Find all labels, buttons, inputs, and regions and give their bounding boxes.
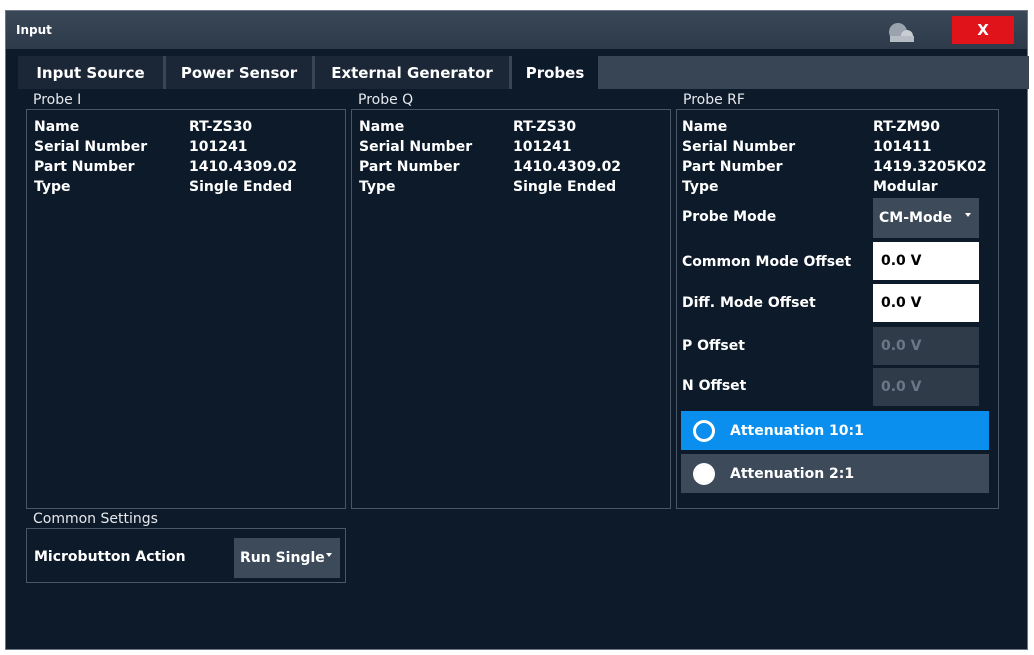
probe-i-part-label: Part Number (34, 159, 135, 175)
probe-mode-label: Probe Mode (682, 209, 777, 225)
probe-q-group-label: Probe Q (358, 92, 414, 108)
diff-mode-offset-label: Diff. Mode Offset (682, 295, 816, 311)
probe-rf-type-label: Type (682, 179, 719, 195)
probe-i-type-label: Type (34, 179, 71, 195)
attenuation-2-1-radio[interactable]: Attenuation 2:1 (681, 454, 989, 493)
bottom-strip (6, 639, 1027, 649)
probe-q-part-label: Part Number (359, 159, 460, 175)
probe-rf-name-label: Name (682, 119, 728, 135)
probe-q-type-value: Single Ended (513, 179, 617, 195)
p-offset-input: 0.0 V (873, 327, 979, 365)
probe-mode-dropdown[interactable]: CM-Mode (873, 198, 979, 238)
close-button[interactable]: X (952, 16, 1014, 44)
attenuation-10-1-label: Attenuation 10:1 (730, 422, 864, 439)
tab-input-source[interactable]: Input Source (18, 56, 163, 89)
probe-rf-serial-value: 101411 (873, 139, 932, 155)
probe-mode-value: CM-Mode (879, 210, 953, 226)
chevron-down-icon (965, 213, 971, 217)
radio-unselected-icon (693, 462, 715, 485)
probe-i-name-value: RT-ZS30 (189, 119, 253, 135)
tab-probes[interactable]: Probes (512, 56, 598, 89)
probe-q-serial-value: 101241 (513, 139, 572, 155)
n-offset-label: N Offset (682, 378, 747, 394)
title-bar: Input X (6, 11, 1027, 49)
chevron-down-icon (326, 553, 332, 557)
radio-selected-icon (693, 419, 715, 442)
probe-rf-part-label: Part Number (682, 159, 783, 175)
microbutton-action-label: Microbutton Action (34, 549, 186, 565)
n-offset-input: 0.0 V (873, 368, 979, 406)
cloud-icon (889, 23, 914, 42)
attenuation-10-1-radio[interactable]: Attenuation 10:1 (681, 411, 989, 450)
probe-q-serial-label: Serial Number (359, 139, 473, 155)
probe-i-group-label: Probe I (33, 92, 82, 108)
probe-rf-type-value: Modular (873, 179, 938, 195)
probe-rf-serial-label: Serial Number (682, 139, 796, 155)
probe-i-type-value: Single Ended (189, 179, 293, 195)
probe-q-name-label: Name (359, 119, 405, 135)
diff-mode-offset-input[interactable]: 0.0 V (873, 284, 979, 322)
attenuation-2-1-label: Attenuation 2:1 (730, 465, 855, 482)
input-dialog: Input X Input Source Power Sensor Extern… (5, 10, 1029, 650)
microbutton-action-value: Run Single (240, 550, 325, 566)
probe-q-type-label: Type (359, 179, 396, 195)
probe-i-serial-value: 101241 (189, 139, 248, 155)
probe-rf-part-value: 1419.3205K02 (873, 159, 987, 175)
probe-q-part-value: 1410.4309.02 (513, 159, 622, 175)
probe-rf-group-label: Probe RF (683, 92, 745, 108)
probe-rf-name-value: RT-ZM90 (873, 119, 941, 135)
p-offset-label: P Offset (682, 338, 745, 354)
probe-i-name-label: Name (34, 119, 80, 135)
probe-i-part-value: 1410.4309.02 (189, 159, 298, 175)
common-mode-offset-input[interactable]: 0.0 V (873, 242, 979, 280)
tab-power-sensor[interactable]: Power Sensor (166, 56, 312, 89)
common-mode-offset-label: Common Mode Offset (682, 254, 852, 270)
microbutton-action-dropdown[interactable]: Run Single (234, 538, 340, 578)
common-settings-group-label: Common Settings (33, 511, 158, 527)
window-title: Input (16, 23, 52, 37)
tab-external-generator[interactable]: External Generator (315, 56, 509, 89)
probe-i-serial-label: Serial Number (34, 139, 148, 155)
probe-q-name-value: RT-ZS30 (513, 119, 577, 135)
